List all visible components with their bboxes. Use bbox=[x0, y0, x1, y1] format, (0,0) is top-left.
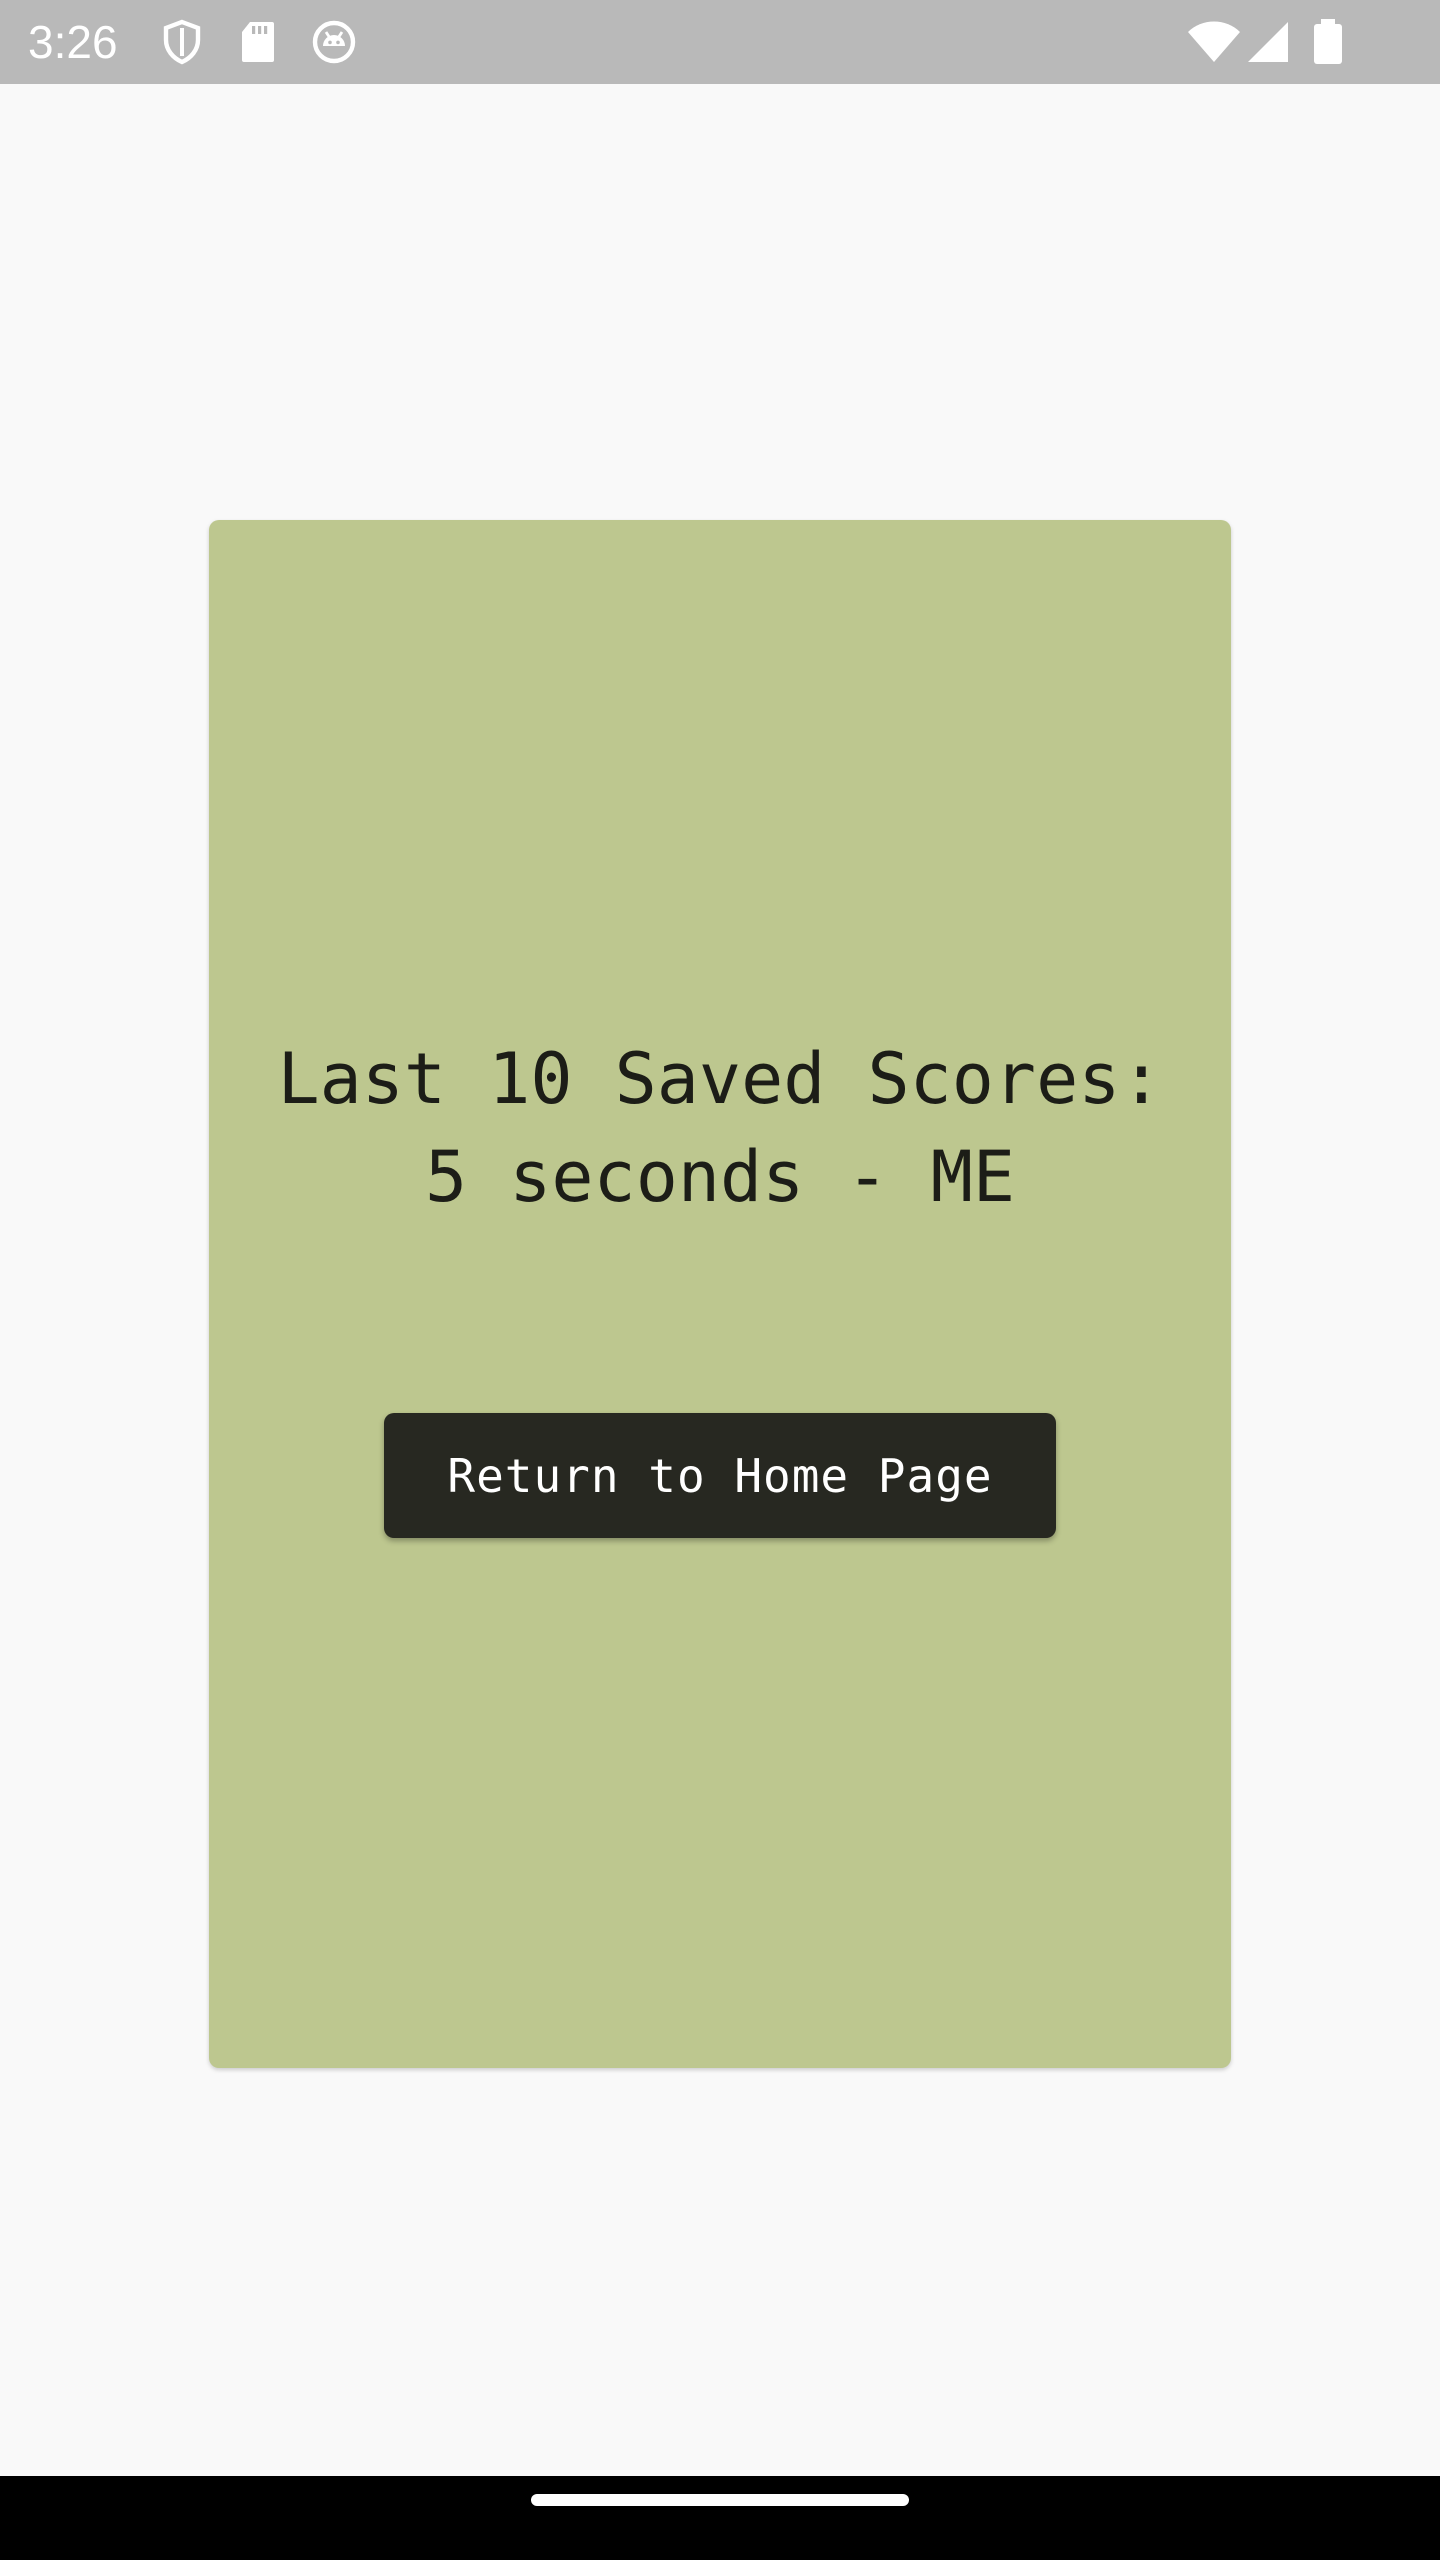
battery-icon bbox=[1314, 19, 1342, 64]
shield-icon bbox=[163, 19, 201, 65]
status-bar: 3:26 bbox=[0, 0, 1440, 84]
android-icon bbox=[312, 20, 356, 64]
home-gesture-handle[interactable] bbox=[531, 2494, 909, 2506]
scores-heading: Last 10 Saved Scores: bbox=[277, 1038, 1163, 1120]
sd-card-icon bbox=[242, 22, 274, 62]
status-time: 3:26 bbox=[28, 16, 118, 68]
scores-list: Last 10 Saved Scores: 5 seconds - ME bbox=[0, 1030, 1440, 1226]
return-home-button[interactable]: Return to Home Page bbox=[384, 1413, 1056, 1538]
signal-icon bbox=[1248, 22, 1288, 62]
scores-card bbox=[209, 520, 1231, 2068]
wifi-icon bbox=[1188, 21, 1240, 62]
navigation-bar bbox=[0, 2476, 1440, 2560]
score-entry: 5 seconds - ME bbox=[424, 1136, 1015, 1218]
